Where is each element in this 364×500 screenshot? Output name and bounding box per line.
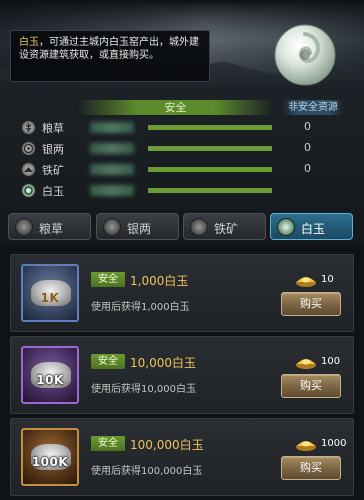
resource-row-silver: 银两 0 <box>0 140 364 158</box>
tab-label: 粮草 <box>39 222 64 236</box>
tab-silver[interactable]: 银两 <box>96 213 179 240</box>
item-description: 使用后获得100,000白玉 <box>91 466 203 477</box>
buy-button[interactable]: 购买 <box>281 456 341 480</box>
safe-badge: 安全 <box>91 272 125 287</box>
resource-row-jade: 白玉 <box>0 182 364 200</box>
item-title: 100,000白玉 <box>130 438 204 452</box>
safe-capacity-bar <box>148 167 272 172</box>
item-description: 使用后获得10,000白玉 <box>91 384 196 395</box>
list-item: 10K 安全 10,000白玉 使用后获得10,000白玉 100 购买 <box>10 336 354 414</box>
jade-icon <box>277 218 295 236</box>
item-title: 1,000白玉 <box>130 274 189 288</box>
tab-label: 白玉 <box>301 222 326 236</box>
unsafe-column-header: 非安全资源 <box>282 100 344 115</box>
list-item: 100K 安全 100,000白玉 使用后获得100,000白玉 1000 购买 <box>10 418 354 496</box>
jade-icon <box>21 183 36 198</box>
resource-tooltip: 白玉，可通过主城内白玉窑产出，城外建设资源建筑获取，或直接购买。 <box>10 30 210 82</box>
iron-icon <box>190 218 208 236</box>
gold-ingot-icon <box>296 359 316 369</box>
jade-pack-thumbnail: 10K <box>21 346 79 404</box>
item-description: 使用后获得1,000白玉 <box>91 302 190 313</box>
price-value: 1000 <box>321 438 347 449</box>
safe-amount-obscured <box>90 143 134 154</box>
tab-label: 铁矿 <box>214 222 239 236</box>
buy-button[interactable]: 购买 <box>281 292 341 316</box>
safe-capacity-bar <box>148 146 272 151</box>
tooltip-highlight: 白玉 <box>19 37 39 48</box>
buy-button[interactable]: 购买 <box>281 374 341 398</box>
jade-pack-thumbnail: 100K <box>21 428 79 486</box>
tab-jade[interactable]: 白玉 <box>270 213 353 240</box>
price-value: 10 <box>321 274 334 285</box>
safe-capacity-bar <box>148 125 272 130</box>
gold-ingot-icon <box>296 441 316 451</box>
unsafe-amount: 0 <box>304 162 311 175</box>
iron-icon <box>21 162 36 177</box>
safe-amount-obscured <box>90 185 134 196</box>
safe-badge: 安全 <box>91 436 125 451</box>
thumb-amount-label: 10K <box>36 373 64 387</box>
header-banner: 白玉，可通过主城内白玉窑产出，城外建设资源建筑获取，或直接购买。 <box>0 0 364 95</box>
safe-amount-obscured <box>90 164 134 175</box>
list-item: 1K 安全 1,000白玉 使用后获得1,000白玉 10 购买 <box>10 254 354 332</box>
gold-ingot-icon <box>296 277 316 287</box>
thumb-amount-label: 100K <box>31 455 69 469</box>
resource-name: 粮草 <box>42 122 64 135</box>
resource-row-grain: 粮草 0 <box>0 119 364 137</box>
jade-disc-icon <box>274 24 336 86</box>
resource-name: 铁矿 <box>42 164 64 177</box>
silver-icon <box>103 218 121 236</box>
grain-icon <box>21 120 36 135</box>
safe-column-header: 安全 <box>78 100 273 115</box>
safe-capacity-bar <box>148 188 272 193</box>
tab-grain[interactable]: 粮草 <box>8 213 91 240</box>
price-value: 100 <box>321 356 341 367</box>
unsafe-amount: 0 <box>304 141 311 154</box>
grain-icon <box>15 218 33 236</box>
tab-iron[interactable]: 铁矿 <box>183 213 266 240</box>
resource-name: 白玉 <box>42 185 64 198</box>
silver-icon <box>21 141 36 156</box>
resource-name: 银两 <box>42 143 64 156</box>
safe-badge: 安全 <box>91 354 125 369</box>
resource-row-iron: 铁矿 0 <box>0 161 364 179</box>
tab-label: 银两 <box>127 222 152 236</box>
jade-pack-thumbnail: 1K <box>21 264 79 322</box>
safe-amount-obscured <box>90 122 134 133</box>
unsafe-amount: 0 <box>304 120 311 133</box>
tooltip-text: ，可通过主城内白玉窑产出，城外建设资源建筑获取，或直接购买。 <box>19 37 199 61</box>
thumb-amount-label: 1K <box>40 291 60 305</box>
item-title: 10,000白玉 <box>130 356 196 370</box>
